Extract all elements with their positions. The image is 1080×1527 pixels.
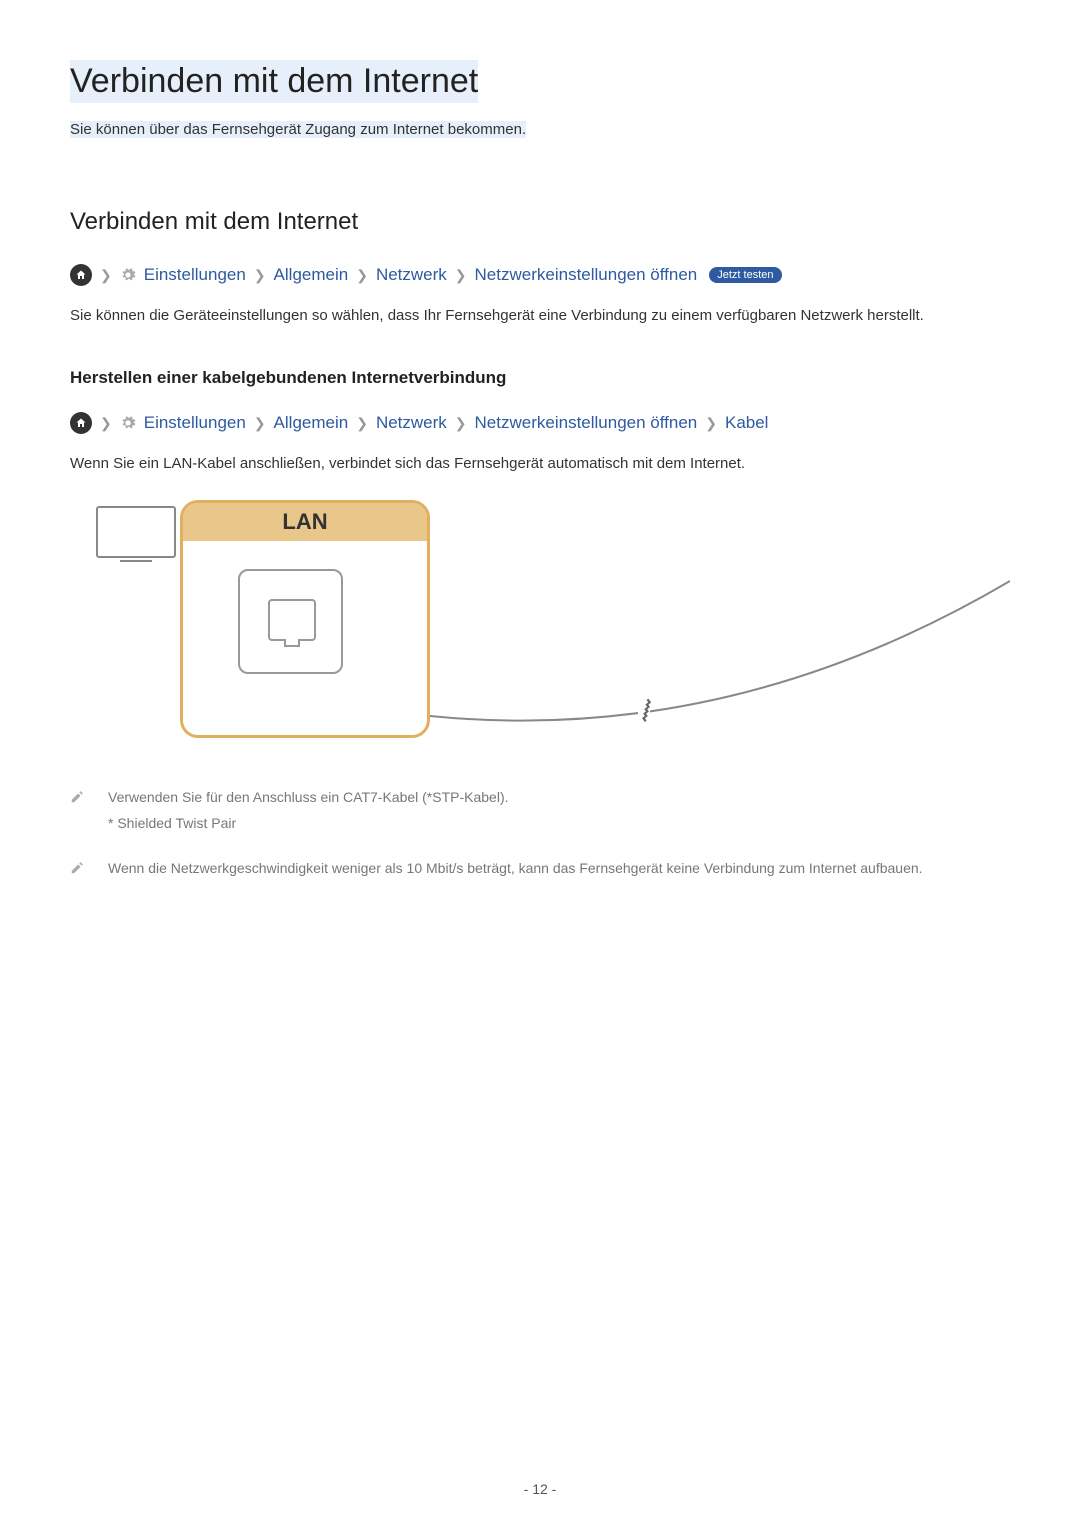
- crumb-network[interactable]: Netzwerk: [376, 413, 447, 433]
- breadcrumb-2: ❯ Einstellungen ❯ Allgemein ❯ Netzwerk ❯…: [70, 412, 1010, 434]
- cable-line-icon: [430, 576, 1010, 746]
- chevron-icon: ❯: [455, 267, 467, 284]
- crumb-settings[interactable]: Einstellungen: [144, 265, 246, 285]
- chevron-icon: ❯: [356, 415, 368, 432]
- crumb-settings[interactable]: Einstellungen: [144, 413, 246, 433]
- tv-icon: [96, 506, 176, 558]
- chevron-icon: ❯: [455, 415, 467, 432]
- chevron-icon: ❯: [254, 267, 266, 284]
- note1-line1: Verwenden Sie für den Anschluss ein CAT7…: [108, 786, 1010, 808]
- note2-text: Wenn die Netzwerkgeschwindigkeit weniger…: [108, 857, 1010, 883]
- crumb-open-network[interactable]: Netzwerkeinstellungen öffnen: [475, 413, 698, 433]
- page-subtitle: Sie können über das Fernsehgerät Zugang …: [70, 121, 526, 138]
- section-heading-2: Herstellen einer kabelgebundenen Interne…: [70, 368, 1010, 388]
- section2-body: Wenn Sie ein LAN-Kabel anschließen, verb…: [70, 452, 1010, 476]
- breadcrumb-1: ❯ Einstellungen ❯ Allgemein ❯ Netzwerk ❯…: [70, 264, 1010, 286]
- tv-stand-icon: [120, 558, 152, 562]
- chevron-icon: ❯: [356, 267, 368, 284]
- note-1: Verwenden Sie für den Anschluss ein CAT7…: [70, 786, 1010, 835]
- break-icon: ⦚: [638, 696, 650, 729]
- crumb-open-network[interactable]: Netzwerkeinstellungen öffnen: [475, 265, 698, 285]
- page-title: Verbinden mit dem Internet: [70, 60, 478, 103]
- crumb-general[interactable]: Allgemein: [274, 265, 349, 285]
- lan-diagram: LAN ⦚: [70, 496, 1010, 756]
- chevron-icon: ❯: [100, 415, 112, 432]
- try-now-badge[interactable]: Jetzt testen: [709, 267, 781, 283]
- note1-line2: * Shielded Twist Pair: [108, 812, 1010, 834]
- chevron-icon: ❯: [705, 415, 717, 432]
- crumb-cable[interactable]: Kabel: [725, 413, 768, 433]
- pencil-icon: [70, 857, 90, 883]
- page-number: - 12 -: [0, 1481, 1080, 1497]
- lan-panel: LAN: [180, 500, 430, 738]
- chevron-icon: ❯: [100, 267, 112, 284]
- crumb-general[interactable]: Allgemein: [274, 413, 349, 433]
- section1-body: Sie können die Geräteeinstellungen so wä…: [70, 304, 1010, 328]
- home-icon: [70, 412, 92, 434]
- lan-label: LAN: [183, 503, 427, 541]
- lan-port-icon: [238, 569, 343, 674]
- crumb-network[interactable]: Netzwerk: [376, 265, 447, 285]
- gear-icon: [120, 267, 136, 283]
- chevron-icon: ❯: [254, 415, 266, 432]
- home-icon: [70, 264, 92, 286]
- gear-icon: [120, 415, 136, 431]
- pencil-icon: [70, 786, 90, 835]
- note-2: Wenn die Netzwerkgeschwindigkeit weniger…: [70, 857, 1010, 883]
- section-heading-1: Verbinden mit dem Internet: [70, 208, 1010, 236]
